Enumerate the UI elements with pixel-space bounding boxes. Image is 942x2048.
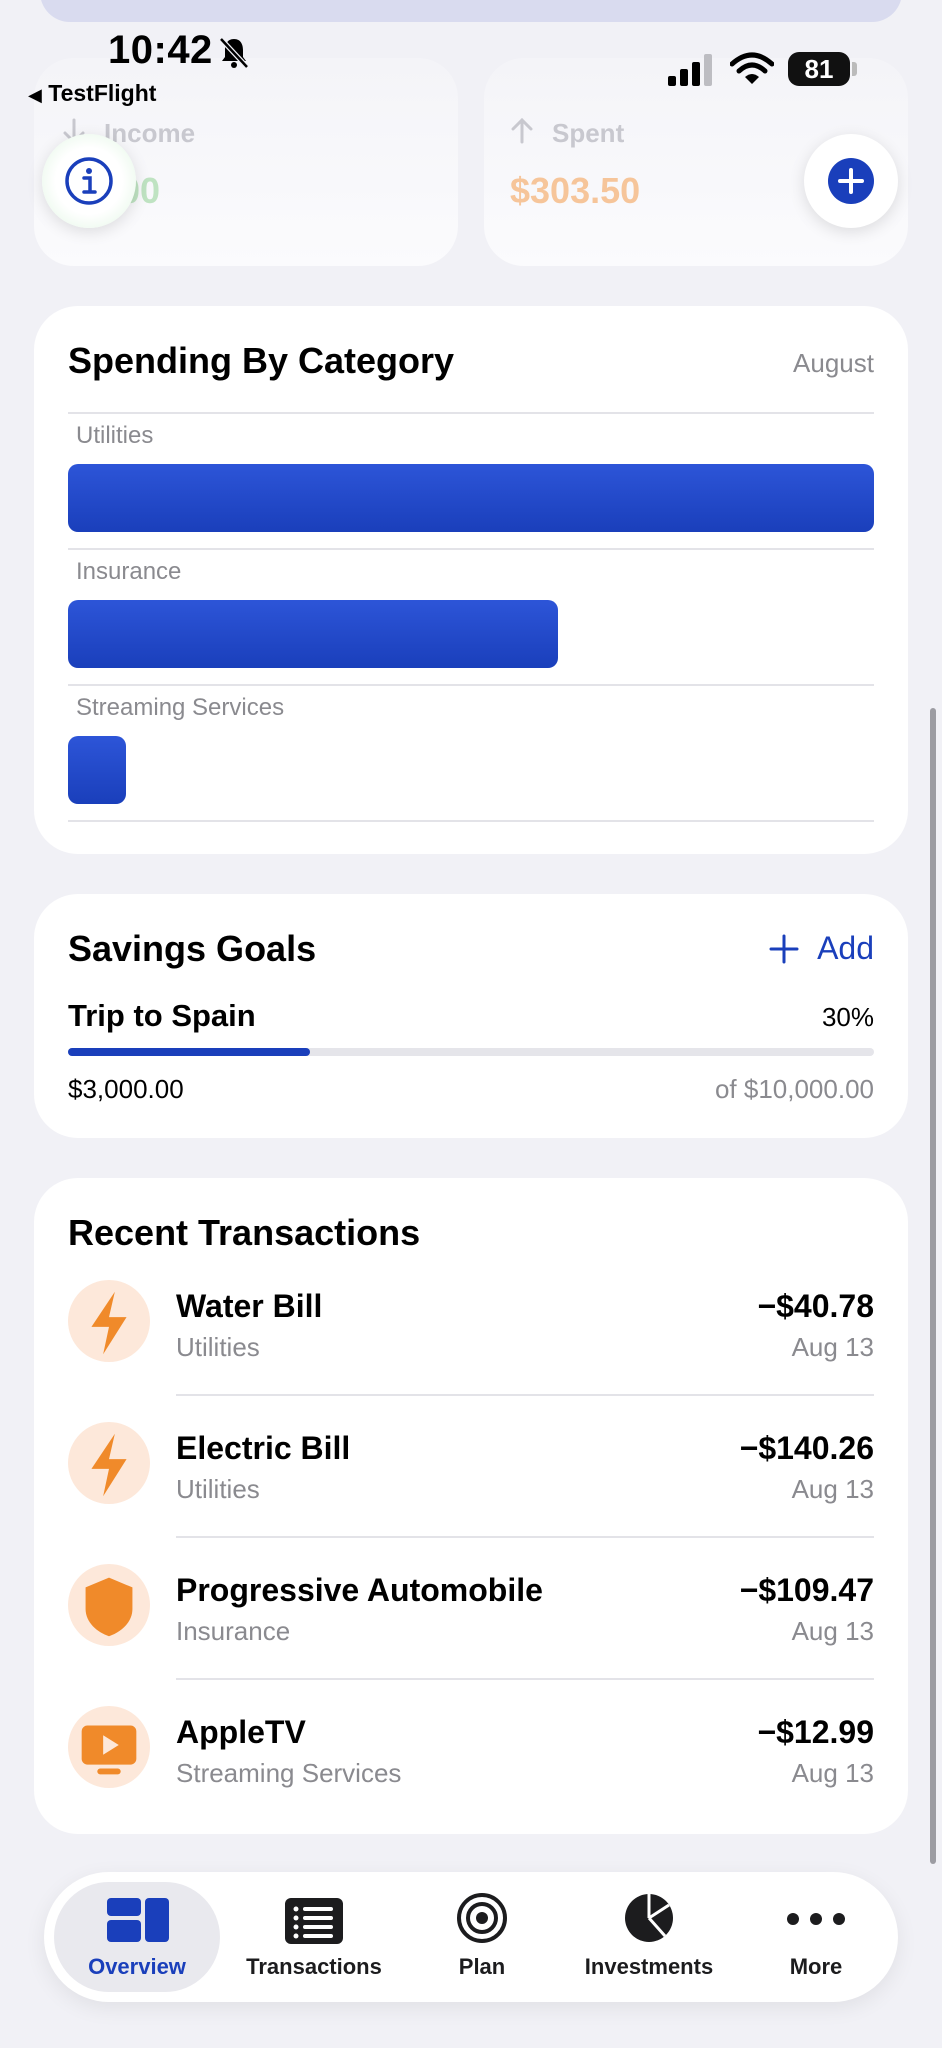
category-label: Streaming Services [76,694,285,721]
back-app-label: TestFlight [48,80,157,106]
add-transaction-button[interactable] [804,134,898,228]
category-bar[interactable] [68,736,127,804]
arrow-up-icon [511,117,533,144]
tab-plan[interactable]: Plan [412,1872,552,2002]
goal-percent: 30% [821,1002,874,1032]
transaction-icon-badge [68,1564,150,1646]
back-to-testflight[interactable]: ◀ TestFlight [28,80,156,107]
transaction-icon-badge [68,1422,150,1504]
transaction-name: Electric Bill [176,1430,351,1466]
cellular-signal-icon [668,54,712,86]
tab-plan-label: Plan [458,1954,506,1979]
category-label: Utilities [76,422,154,449]
transaction-name: Progressive Automobile [176,1572,543,1608]
transaction-divider [176,1536,874,1538]
goal-progress-fill [68,1048,310,1056]
transaction-date: Aug 13 [791,1616,874,1646]
ellipsis-icon [787,1913,845,1925]
transactions-title: Recent Transactions [68,1212,421,1253]
tab-overview[interactable]: Overview [54,1872,220,2002]
goal-progress-track [68,1048,874,1056]
info-icon [65,157,113,205]
wifi-icon [730,52,774,84]
list-icon [285,1898,343,1944]
spent-label: Spent [552,118,625,148]
category-divider [68,820,874,822]
savings-title: Savings Goals [68,928,317,969]
previous-card-edge [40,0,902,22]
transaction-amount: −$40.78 [757,1288,874,1324]
category-bar[interactable] [68,464,874,532]
transaction-icon-badge [68,1706,150,1788]
transaction-date: Aug 13 [791,1332,874,1362]
transaction-amount: −$140.26 [739,1430,874,1466]
transaction-amount: −$12.99 [757,1714,874,1750]
category-divider [68,412,874,414]
tv-play-icon [81,1725,137,1775]
scroll-indicator[interactable] [930,708,936,1864]
plus-icon [769,934,799,963]
battery-tip [852,62,857,76]
transaction-divider [176,1394,874,1396]
category-divider [68,684,874,686]
transaction-category: Streaming Services [176,1758,402,1788]
tab-investments-label: Investments [584,1954,714,1979]
transaction-category: Insurance [176,1616,291,1646]
status-time: 10:42 [108,28,213,72]
info-button[interactable] [42,134,136,228]
transaction-divider [176,1678,874,1680]
transaction-icon-badge [68,1280,150,1362]
tab-more[interactable]: More [746,1872,886,2002]
category-label: Insurance [76,558,182,585]
transaction-category: Utilities [176,1474,260,1504]
bolt-icon [91,1433,127,1497]
add-goal-button[interactable]: Add [769,930,874,967]
goal-saved: $3,000.00 [68,1074,184,1104]
target-icon [457,1893,507,1943]
goal-target: of $10,000.00 [714,1074,874,1104]
battery-indicator: 81 [788,52,850,86]
dashboard-icon [107,1898,169,1942]
back-triangle-icon: ◀ [28,85,42,105]
transaction-date: Aug 13 [791,1474,874,1504]
transaction-name: Water Bill [176,1288,323,1324]
transaction-name: AppleTV [176,1714,306,1750]
tab-more-label: More [789,1954,843,1979]
tab-transactions[interactable]: Transactions [230,1872,398,2002]
plus-circle-icon [828,158,874,204]
bell-muted-icon [219,37,249,69]
tab-transactions-label: Transactions [246,1954,382,1979]
add-goal-label: Add [817,930,874,966]
spending-title: Spending By Category [68,340,455,381]
pie-chart-icon [625,1894,673,1942]
shield-icon [85,1577,133,1637]
bolt-icon [91,1291,127,1355]
transaction-amount: −$109.47 [739,1572,874,1608]
category-divider [68,548,874,550]
transaction-date: Aug 13 [791,1758,874,1788]
category-bar[interactable] [68,600,559,668]
goal-name[interactable]: Trip to Spain [68,998,256,1034]
tab-overview-label: Overview [88,1954,186,1979]
tab-investments[interactable]: Investments [564,1872,734,2002]
tab-bar: Overview Transactions Plan Investments M… [44,1872,898,2002]
spending-month[interactable]: August [793,348,874,379]
transaction-category: Utilities [176,1332,260,1362]
spent-value: $303.50 [510,170,641,211]
